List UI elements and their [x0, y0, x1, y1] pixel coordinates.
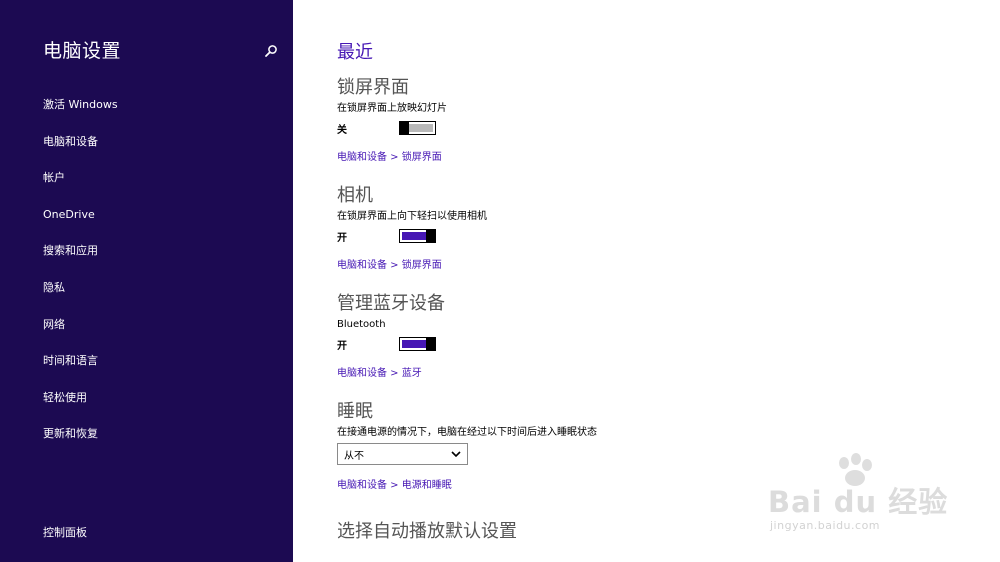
bluetooth-toggle[interactable] — [399, 337, 436, 351]
bluetooth-section: 管理蓝牙设备 Bluetooth 开 电脑和设备 > 蓝牙 — [337, 292, 445, 379]
toggle-row: 开 — [337, 228, 487, 244]
setting-description: 在锁屏界面上放映幻灯片 — [337, 103, 447, 114]
power-and-sleep-link[interactable]: 电脑和设备 > 电源和睡眠 — [337, 476, 597, 491]
toggle-row: 开 — [337, 336, 445, 352]
page-title: 最近 — [337, 42, 373, 63]
setting-description: 在接通电源的情况下，电脑在经过以下时间后进入睡眠状态 — [337, 427, 597, 438]
bluetooth-link[interactable]: 电脑和设备 > 蓝牙 — [337, 364, 445, 379]
toggle-state-label: 关 — [337, 124, 347, 136]
sidebar-item-time-and-language[interactable]: 时间和语言 — [43, 352, 118, 389]
section-title: 选择自动播放默认设置 — [337, 521, 517, 542]
sleep-section: 睡眠 在接通电源的情况下，电脑在经过以下时间后进入睡眠状态 从不 电脑和设备 >… — [337, 400, 597, 491]
baidu-watermark: Bai du 经验 jingyan.baidu.com — [762, 453, 952, 543]
search-icon[interactable] — [264, 44, 278, 58]
setting-description: Bluetooth — [337, 319, 386, 330]
dropdown-value: 从不 — [344, 450, 364, 462]
sidebar-item-onedrive[interactable]: OneDrive — [43, 206, 118, 243]
sidebar-item-ease-of-access[interactable]: 轻松使用 — [43, 389, 118, 426]
toggle-state-label: 开 — [337, 232, 347, 244]
camera-toggle[interactable] — [399, 229, 436, 243]
sidebar-item-privacy[interactable]: 隐私 — [43, 279, 118, 316]
camera-lock-screen-link[interactable]: 电脑和设备 > 锁屏界面 — [337, 256, 487, 271]
toggle-thumb[interactable] — [426, 337, 436, 351]
toggle-row: 关 — [337, 120, 447, 136]
sidebar-item-search-and-apps[interactable]: 搜索和应用 — [43, 242, 118, 279]
sidebar: 电脑设置 激活 Windows 电脑和设备 帐户 OneDrive 搜索和应用 … — [0, 0, 293, 562]
sidebar-item-activate-windows[interactable]: 激活 Windows — [43, 96, 118, 133]
autoplay-section: 选择自动播放默认设置 — [337, 520, 517, 544]
watermark-url: jingyan.baidu.com — [770, 519, 881, 532]
section-title: 锁屏界面 — [337, 77, 409, 98]
camera-section: 相机 在锁屏界面上向下轻扫以使用相机 开 电脑和设备 > 锁屏界面 — [337, 184, 487, 271]
section-title: 睡眠 — [337, 401, 373, 422]
toggle-thumb[interactable] — [426, 229, 436, 243]
sidebar-item-network[interactable]: 网络 — [43, 316, 118, 353]
app-title: 电脑设置 — [43, 40, 122, 62]
lock-screen-section: 锁屏界面 在锁屏界面上放映幻灯片 关 电脑和设备 > 锁屏界面 — [337, 76, 447, 163]
slideshow-toggle[interactable] — [399, 121, 436, 135]
sidebar-item-update-and-recovery[interactable]: 更新和恢复 — [43, 425, 118, 462]
watermark-logo-text: Bai du 经验 — [768, 485, 949, 519]
sleep-timeout-dropdown[interactable]: 从不 — [337, 443, 468, 465]
sidebar-nav: 激活 Windows 电脑和设备 帐户 OneDrive 搜索和应用 隐私 网络… — [43, 96, 118, 462]
chevron-down-icon — [451, 451, 461, 457]
sidebar-item-accounts[interactable]: 帐户 — [43, 169, 118, 206]
sidebar-item-pc-and-devices[interactable]: 电脑和设备 — [43, 133, 118, 170]
section-title: 相机 — [337, 185, 373, 206]
setting-description: 在锁屏界面上向下轻扫以使用相机 — [337, 211, 487, 222]
toggle-state-label: 开 — [337, 340, 347, 352]
control-panel-link[interactable]: 控制面板 — [43, 524, 87, 540]
section-title: 管理蓝牙设备 — [337, 293, 445, 314]
lock-screen-link[interactable]: 电脑和设备 > 锁屏界面 — [337, 148, 447, 163]
toggle-thumb[interactable] — [399, 121, 409, 135]
